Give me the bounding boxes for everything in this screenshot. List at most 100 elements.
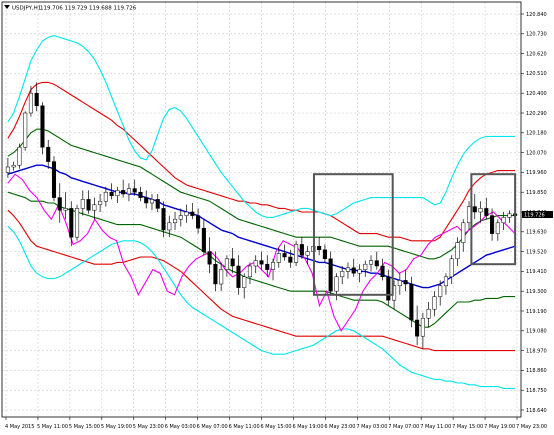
price-tick-label: 119.960 [526,170,547,176]
candle-body [80,199,85,209]
time-tick-label: 6 May 19:00 [292,424,323,430]
candle-body [363,263,368,270]
candle-body [17,146,22,166]
candle-body [472,206,477,213]
time-tick-label: 6 May 07:00 [197,424,228,430]
candle-body [426,308,431,319]
candle-body [403,280,408,285]
candle-body [201,227,206,252]
candle-body [34,92,39,107]
price-tick-label: 119.190 [526,309,547,315]
candle-body [213,263,218,285]
candle-body [5,166,10,173]
price-tick-label: 119.520 [526,249,547,255]
time-tick-label: 4 May 2015 [5,424,34,430]
candle-body [242,276,247,288]
candle-body [253,260,258,267]
time-tick-label: 5 May 23:00 [133,424,164,430]
candle-body [46,146,51,162]
candle-body [40,105,45,148]
candle-body [178,215,183,220]
candle-body [167,222,172,231]
candle-body [299,244,304,256]
candle-body [196,215,201,229]
price-tick-label: 120.070 [526,150,547,156]
time-tick-label: 5 May 19:00 [101,424,132,430]
candle-body [484,208,489,216]
candle-body [126,188,131,195]
chart-window[interactable]: 120.840 120.730 120.620 120.510 120.400 120.2… [0,0,554,435]
candle-body [501,217,506,224]
candle-body [322,249,327,260]
time-tick-label: 7 May 15:00 [452,424,483,430]
time-tick-label: 5 May 11:00 [37,424,68,430]
candle-body [432,296,437,310]
candle-body [92,204,97,211]
price-tick-label: 120.510 [526,71,547,77]
price-tick-label: 119.850 [526,190,547,196]
candle-body [236,265,241,288]
candle-body [305,251,310,256]
candle-body [443,276,448,287]
candle-body [455,242,460,260]
candle-body [340,271,345,278]
candle-body [270,262,276,270]
time-tick-label: 6 May 23:00 [324,424,355,430]
candle-body [490,215,495,234]
candle-body [495,222,500,234]
candle-body [368,260,374,265]
candle-body [184,211,189,216]
candle-body [397,280,402,287]
price-tick-label: 118.640 [526,408,547,414]
candle-body [144,197,149,204]
candle-body [115,190,120,197]
candle-body [507,213,512,218]
price-tick-label: 120.400 [526,91,547,97]
candle-body [357,269,362,274]
price-tick-label: 120.290 [526,111,547,117]
candle-body [173,218,178,224]
time-tick-label: 6 May 11:00 [229,424,260,430]
candle-body [75,208,80,238]
price-tick-label: 120.180 [526,131,547,137]
candle-body [420,317,425,337]
time-tick-label: 6 May 15:00 [261,424,292,430]
candle-body [317,245,322,251]
candle-body [23,112,28,148]
candle-body [438,285,443,297]
chart-header: USDJPY,H1 119.706 119.729 119.688 119.72… [4,5,137,12]
candle-body [345,267,350,272]
candle-body [57,197,62,211]
price-tick-label: 120.730 [526,32,547,38]
time-tick-label: 6 May 03:00 [165,424,196,430]
candle-body [138,191,143,198]
time-tick-label: 5 May 15:00 [69,424,100,430]
candle-body [409,283,414,321]
candle-body [149,199,155,204]
candle-body [288,256,293,263]
candle-body [374,260,379,267]
candle-body [276,253,281,263]
candle-body [207,251,212,265]
candle-body [28,92,33,114]
candle-body [466,206,472,224]
candle-body [132,188,137,193]
price-tick-label: 119.410 [526,269,547,275]
candle-body [121,190,126,195]
candle-body [155,199,160,209]
price-tick-label: 119.080 [526,329,547,335]
price-tick-label: 118.860 [526,368,547,374]
time-tick-label: 7 May 11:00 [420,424,451,430]
chart-canvas[interactable]: 120.840 120.730 120.620 120.510 120.400 120.2… [0,0,554,435]
time-tick-label: 7 May 19:00 [484,424,515,430]
current-price-label: 119.726 [524,212,545,218]
candle-body [294,244,299,263]
symbol-label: USDJPY,H1 [12,6,41,12]
candle-body [415,319,420,337]
candle-body [224,258,229,270]
candle-body [351,267,356,274]
price-tick-label: 119.300 [526,289,547,295]
candle-body [161,208,166,231]
candle-body [259,260,264,265]
candle-body [328,258,333,292]
